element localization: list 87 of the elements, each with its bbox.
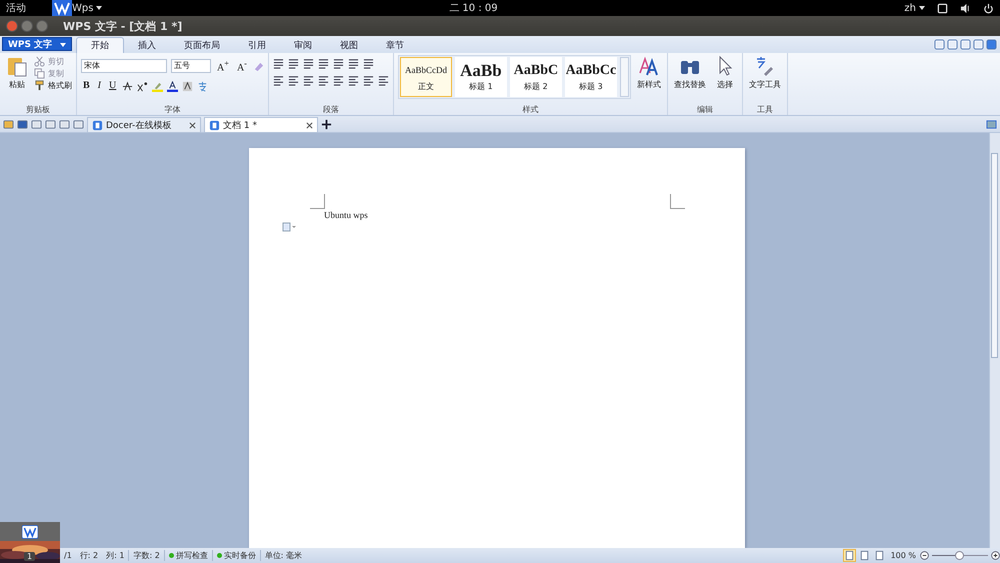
clipboard-icon [6, 55, 28, 77]
word-count: 字数: 2 [128, 550, 164, 561]
superscript-icon[interactable] [137, 80, 148, 92]
outline-view-icon[interactable] [858, 550, 870, 561]
caret-icon [60, 42, 66, 47]
copy-icon [34, 68, 45, 79]
column-indicator: 列: 1 [105, 550, 126, 561]
style-option[interactable]: AaBbCcDd 正文 [400, 57, 452, 97]
app-menu[interactable]: Wps [72, 2, 94, 14]
group-label: 样式 [521, 104, 540, 115]
group-label: 工具 [756, 104, 774, 115]
style-option[interactable]: AaBb 标题 1 [454, 57, 507, 97]
maximize-button[interactable] [36, 20, 48, 32]
window-title: WPS 文字 - [文档 1 *] [63, 18, 182, 34]
page-indicator: /1 [63, 551, 73, 560]
style-option[interactable]: AaBbC 标题 2 [510, 57, 562, 97]
zoom-out-icon[interactable] [920, 551, 929, 560]
close-icon[interactable] [189, 122, 196, 128]
paste-options-icon[interactable] [282, 222, 296, 232]
group-label: 编辑 [696, 104, 714, 115]
ribbon-tab[interactable]: 开始 [76, 37, 124, 53]
text-tools-button[interactable]: 文字工具 [746, 55, 783, 90]
clock[interactable]: 二 10 : 09 [449, 1, 558, 15]
paste-button[interactable]: 粘贴 [4, 55, 30, 90]
caret-icon[interactable] [919, 6, 925, 10]
input-method[interactable]: zh [904, 2, 916, 14]
corner-mark [310, 194, 325, 209]
ribbon-tab[interactable]: 插入 [124, 37, 170, 53]
group-label: 剪贴板 [25, 104, 51, 115]
scissors-icon [34, 56, 45, 67]
wps-logo-icon [52, 0, 72, 16]
zoom-level: 100 % [890, 551, 917, 560]
document-text: Ubuntu wps [324, 210, 368, 220]
font-size-field[interactable]: 五号 [171, 59, 211, 74]
zoom-in-icon[interactable] [991, 551, 1000, 560]
status-toggle[interactable]: 实时备份 [212, 550, 260, 561]
brush-icon [34, 80, 45, 91]
document-tab[interactable]: Docer-在线模板 [87, 117, 201, 133]
document-tab[interactable]: 文档 1 * [204, 117, 318, 133]
letters-icon [638, 55, 660, 77]
close-button[interactable] [6, 20, 18, 32]
corner-mark [670, 194, 685, 209]
taskbar-thumbnail[interactable]: 1 [0, 522, 60, 563]
status-toggle[interactable]: 拼写检查 [164, 550, 212, 561]
italic-button[interactable]: I [96, 80, 104, 92]
help-icon[interactable] [986, 39, 997, 50]
window-count-badge: 1 [24, 552, 36, 561]
close-icon[interactable] [306, 122, 313, 128]
shrink-font-button[interactable]: A$^{-}$ [234, 58, 249, 74]
new-tab-icon[interactable] [321, 118, 332, 130]
wps-menu-button[interactable]: WPS 文字 [2, 37, 72, 51]
strikethrough-icon[interactable] [122, 80, 134, 92]
phonetic-icon[interactable] [197, 80, 208, 92]
web-view-icon[interactable] [874, 550, 885, 561]
wps-logo-icon [22, 524, 38, 538]
volume-icon[interactable] [960, 2, 971, 14]
gallery-scrollbar[interactable] [620, 57, 629, 97]
style-option[interactable]: AaBbCc 标题 3 [564, 57, 617, 97]
power-icon[interactable] [983, 2, 994, 14]
select-button[interactable]: 选择 [712, 55, 738, 90]
ribbon-tab[interactable]: 页面布局 [170, 37, 234, 53]
underline-button[interactable]: U [107, 80, 118, 92]
ribbon-tab[interactable]: 章节 [372, 37, 418, 53]
page-view-icon[interactable] [844, 550, 855, 561]
ribbon-tab[interactable]: 审阅 [280, 37, 326, 53]
group-label: 段落 [322, 104, 340, 115]
font-color-icon[interactable] [167, 80, 178, 92]
window-icon[interactable] [937, 2, 948, 14]
character-shading-icon[interactable] [182, 80, 194, 92]
ribbon-tab[interactable]: 引用 [234, 37, 280, 53]
unit-indicator: 单位: 毫米 [260, 550, 306, 561]
ribbon-tab[interactable]: 视图 [326, 37, 372, 53]
vertical-scrollbar[interactable] [989, 133, 1000, 548]
font-family-field[interactable]: 宋体 [81, 59, 167, 74]
find-replace-button[interactable]: 查找替换 [672, 55, 708, 90]
format-painter-button[interactable]: 格式刷 [34, 80, 72, 91]
minimize-button[interactable] [21, 20, 33, 32]
new-style-button[interactable]: 新样式 [634, 55, 663, 90]
bold-button[interactable]: B [81, 80, 92, 92]
caret-icon[interactable] [96, 6, 102, 10]
line-indicator: 行: 2 [78, 550, 100, 561]
group-label: 字体 [163, 104, 182, 115]
document-icon [209, 120, 220, 130]
document-icon [92, 120, 103, 130]
task-pane-icon[interactable] [986, 118, 997, 130]
grow-font-button[interactable]: A$^{+}$ [215, 58, 231, 74]
activities-button[interactable]: 活动 [6, 1, 26, 15]
